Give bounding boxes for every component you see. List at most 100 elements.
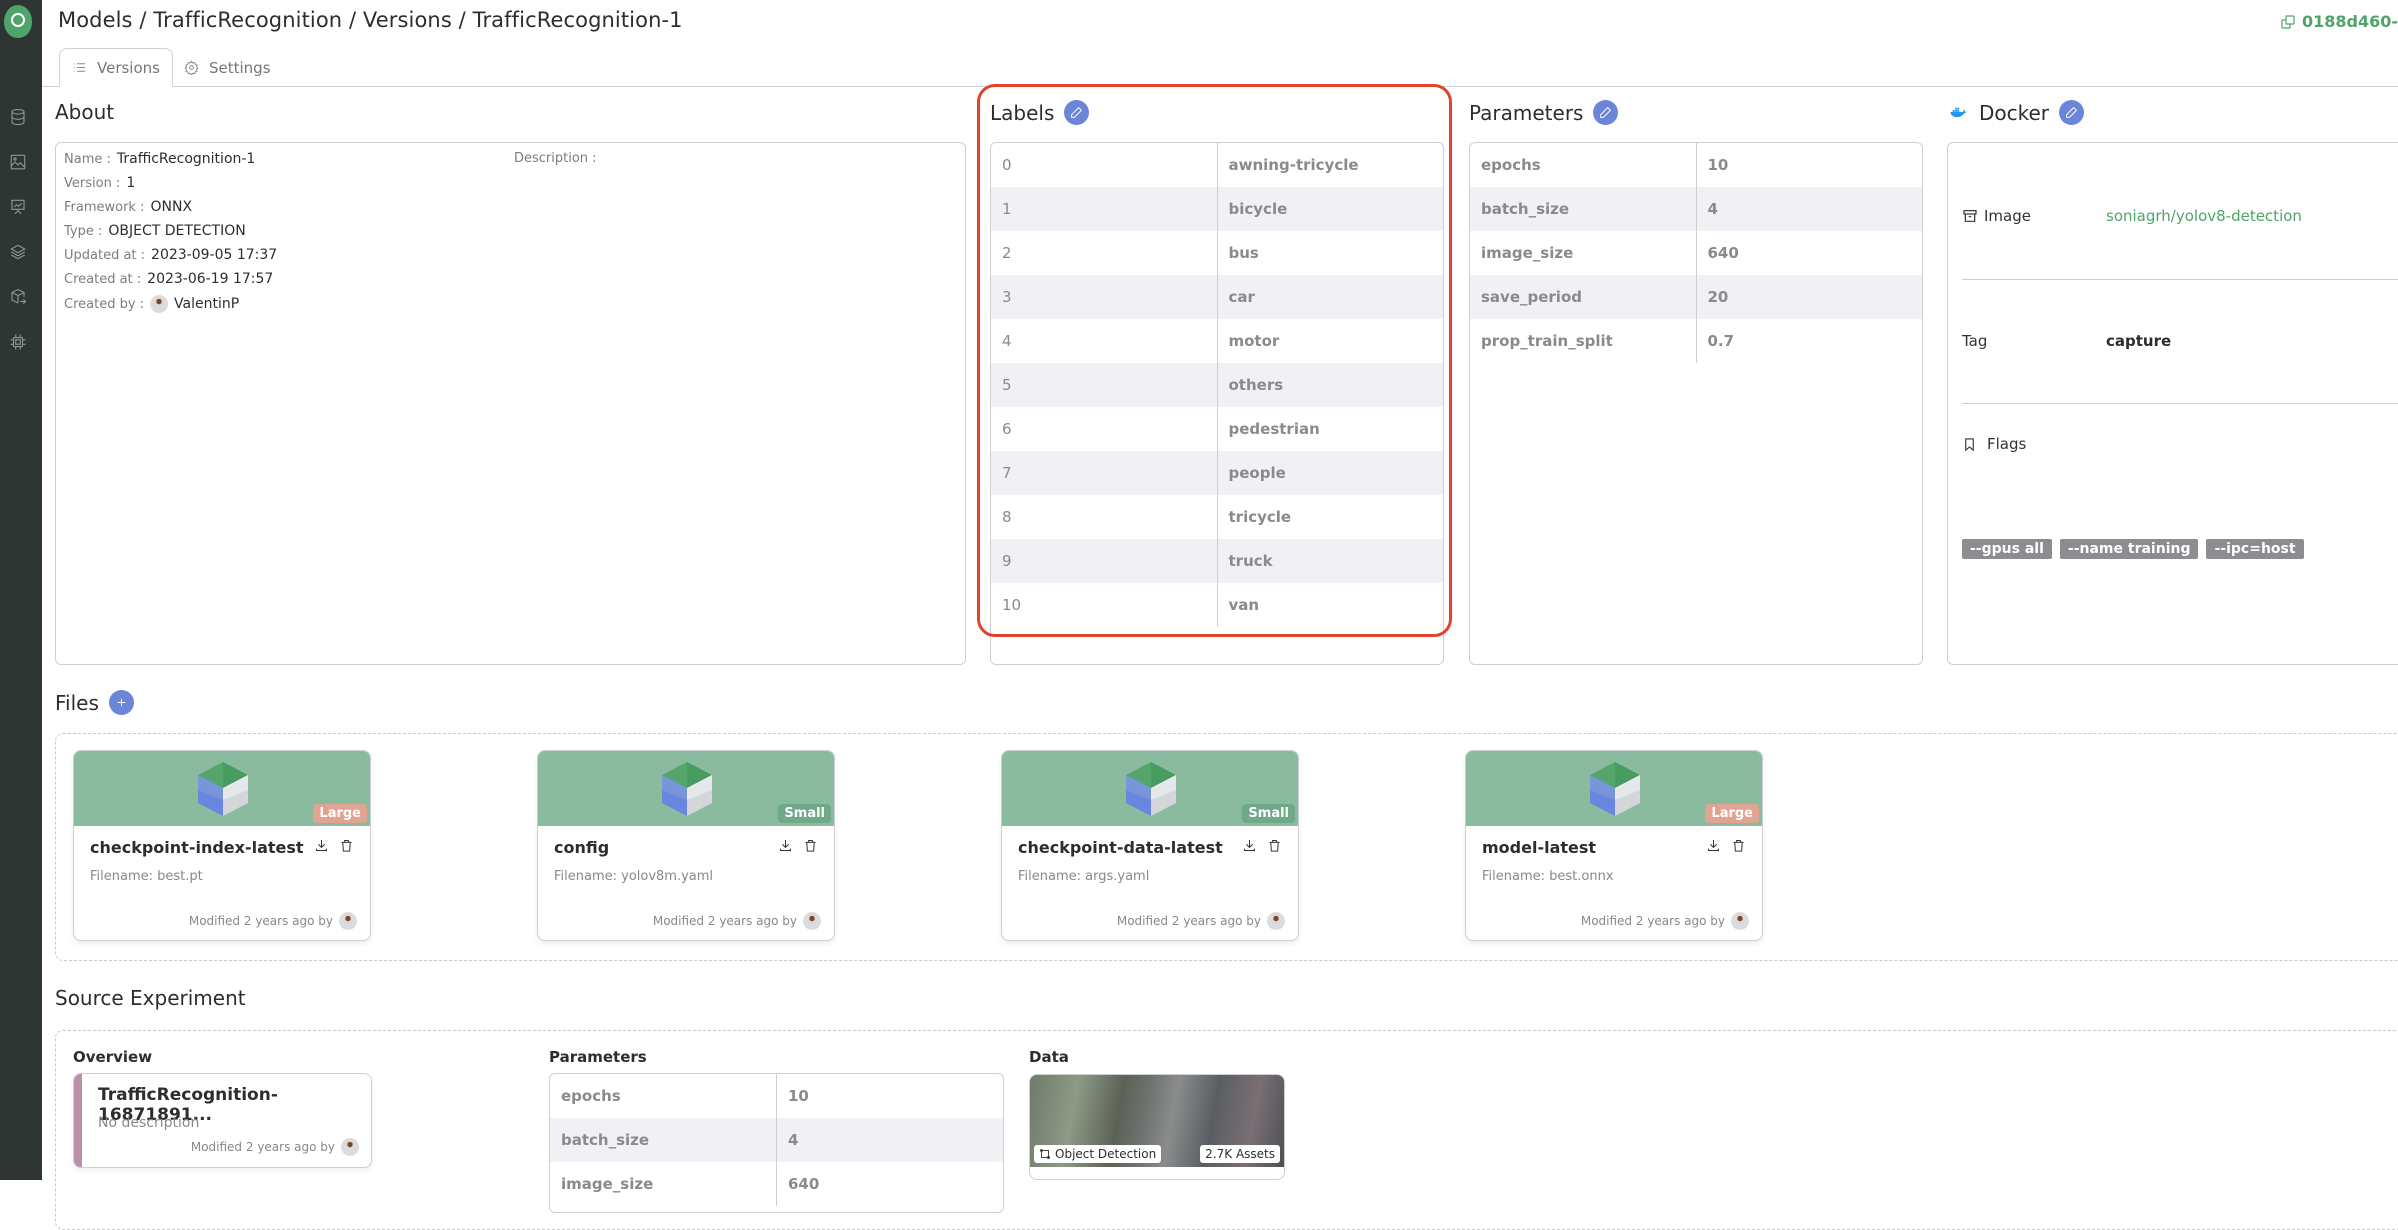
edit-parameters-button[interactable] — [1593, 100, 1619, 125]
tab-settings[interactable]: Settings — [172, 48, 283, 87]
avatar — [1731, 912, 1749, 930]
layers-icon[interactable] — [9, 243, 27, 261]
about-panel: Name : TrafficRecognition-1 Version : 1 Fr… — [55, 142, 966, 665]
file-modified: Modified 2 years ago by — [1117, 912, 1285, 930]
modified-text: Modified 2 years ago by — [188, 914, 333, 928]
tabs-divider — [42, 86, 2398, 87]
about-framework: Framework : ONNX — [64, 199, 192, 215]
file-filename: Filename: args.yaml — [1018, 869, 1150, 884]
table-cell-key: image_size — [550, 1162, 777, 1206]
divider — [1962, 279, 2398, 280]
experiment-parameters-panel: epochs 10 batch_size 4 image_size 640 — [549, 1073, 1004, 1213]
table-cell-value: others — [1217, 363, 1443, 407]
field-value: TrafficRecognition-1 — [116, 151, 256, 167]
edit-docker-button[interactable] — [2059, 100, 2085, 125]
table-row: 0 awning-tricycle — [991, 143, 1443, 187]
image-icon[interactable] — [9, 153, 27, 171]
table-row: 3 car — [991, 275, 1443, 319]
trash-icon[interactable] — [803, 838, 818, 853]
table-cell-value: awning-tricycle — [1228, 156, 1359, 174]
trash-icon[interactable] — [339, 838, 354, 853]
overview-title: Overview — [73, 1048, 153, 1066]
table-cell-value: 4 — [1696, 187, 1922, 231]
file-filename: Filename: yolov8m.yaml — [554, 869, 714, 884]
table-row: 1 bicycle — [991, 187, 1443, 231]
download-icon[interactable] — [778, 838, 793, 853]
docker-image-label: Image — [1962, 207, 2031, 225]
table-row: batch_size 4 — [550, 1118, 1003, 1162]
copy-id-button[interactable]: 0188d460- — [2280, 12, 2398, 31]
edit-labels-button[interactable] — [1064, 100, 1090, 125]
flag-badge: --name training — [2059, 539, 2199, 559]
list-icon — [73, 63, 86, 72]
file-modified: Modified 2 years ago by — [189, 912, 357, 930]
field-value: ONNX — [150, 199, 193, 215]
table-cell-key: 3 — [991, 275, 1218, 319]
copy-icon — [2281, 14, 2295, 29]
app-logo[interactable] — [4, 5, 32, 38]
table-cell-key: 8 — [991, 495, 1218, 539]
bookmark-icon — [1965, 437, 1974, 451]
table-cell-key: 2 — [991, 231, 1218, 275]
table-cell-key: image_size — [1470, 231, 1697, 275]
dataset-assets-text: 2.7K Assets — [1205, 1147, 1275, 1161]
file-card[interactable]: Large checkpoint-index-latest Filename: be… — [73, 750, 371, 941]
bounding-box-icon — [1040, 1149, 1050, 1159]
file-filename: Filename: best.pt — [90, 869, 203, 884]
parameters-title: Parameters — [1469, 100, 1619, 125]
docker-tag-value: capture — [2106, 332, 2172, 350]
modified-text: Modified 2 years ago by — [1116, 914, 1261, 928]
labels-title: Labels — [990, 100, 1090, 125]
about-description: Description : — [514, 151, 597, 166]
file-cube-icon — [1126, 762, 1176, 816]
table-row: save_period 20 — [1470, 275, 1922, 319]
dataset-type-text: Object Detection — [1055, 1147, 1157, 1161]
table-cell-key: batch_size — [1470, 187, 1697, 231]
file-card[interactable]: Small checkpoint-data-latest Filename: arg… — [1001, 750, 1299, 941]
download-icon[interactable] — [1706, 838, 1721, 853]
chip-icon[interactable] — [9, 333, 27, 351]
docker-flags: --gpus all --name training --ipc=host — [1962, 538, 2312, 559]
table-cell-key: 4 — [991, 319, 1218, 363]
file-name: config — [554, 838, 610, 857]
avatar — [1267, 912, 1285, 930]
file-size-badge: Small — [778, 804, 831, 823]
file-size-badge: Large — [1705, 804, 1759, 823]
breadcrumb[interactable]: Models / TrafficRecognition / Versions /… — [58, 8, 683, 32]
table-cell-key: 10 — [991, 583, 1218, 627]
field-key: Updated at : — [64, 247, 146, 263]
dataset-card[interactable]: Object Detection 2.7K Assets — [1029, 1074, 1285, 1180]
field-key: Type : — [64, 223, 103, 239]
box-deploy-icon[interactable] — [9, 288, 27, 306]
tab-versions[interactable]: Versions — [59, 48, 173, 87]
field-value[interactable]: ValentinP — [174, 296, 239, 312]
avatar — [803, 912, 821, 930]
presentation-chart-icon[interactable] — [9, 198, 27, 216]
experiment-modified: Modified 2 years ago by — [191, 1138, 359, 1156]
files-title-text: Files — [55, 690, 99, 715]
table-cell-value: car — [1217, 275, 1443, 319]
file-modified: Modified 2 years ago by — [653, 912, 821, 930]
gear-icon — [184, 60, 199, 75]
table-cell-key: 0 — [991, 143, 1218, 187]
about-title: About — [55, 100, 114, 124]
download-icon[interactable] — [314, 838, 329, 853]
docker-image-value[interactable]: soniagrh/yolov8-detection — [2106, 207, 2302, 225]
file-card[interactable]: Small config Filename: yolov8m.yaml Modifie… — [537, 750, 835, 941]
table-cell-value: bus — [1228, 244, 1259, 262]
avatar — [339, 912, 357, 930]
download-icon[interactable] — [1242, 838, 1257, 853]
experiment-card[interactable]: TrafficRecognition-16871891... No descri… — [73, 1073, 372, 1168]
file-card[interactable]: Large model-latest Filename: best.onnx Modi… — [1465, 750, 1763, 941]
database-icon[interactable] — [9, 108, 27, 126]
trash-icon[interactable] — [1731, 838, 1746, 853]
add-file-button[interactable] — [108, 690, 134, 715]
file-actions — [1706, 838, 1746, 853]
table-row: 6 pedestrian — [991, 407, 1443, 451]
table-cell-key: 9 — [991, 539, 1218, 583]
table-cell-key: 6 — [991, 407, 1218, 451]
experiment-parameters-table: epochs 10 batch_size 4 image_size 640 — [550, 1074, 1003, 1206]
table-row: 10 van — [991, 583, 1443, 627]
trash-icon[interactable] — [1267, 838, 1282, 853]
field-key: Description : — [514, 151, 597, 166]
